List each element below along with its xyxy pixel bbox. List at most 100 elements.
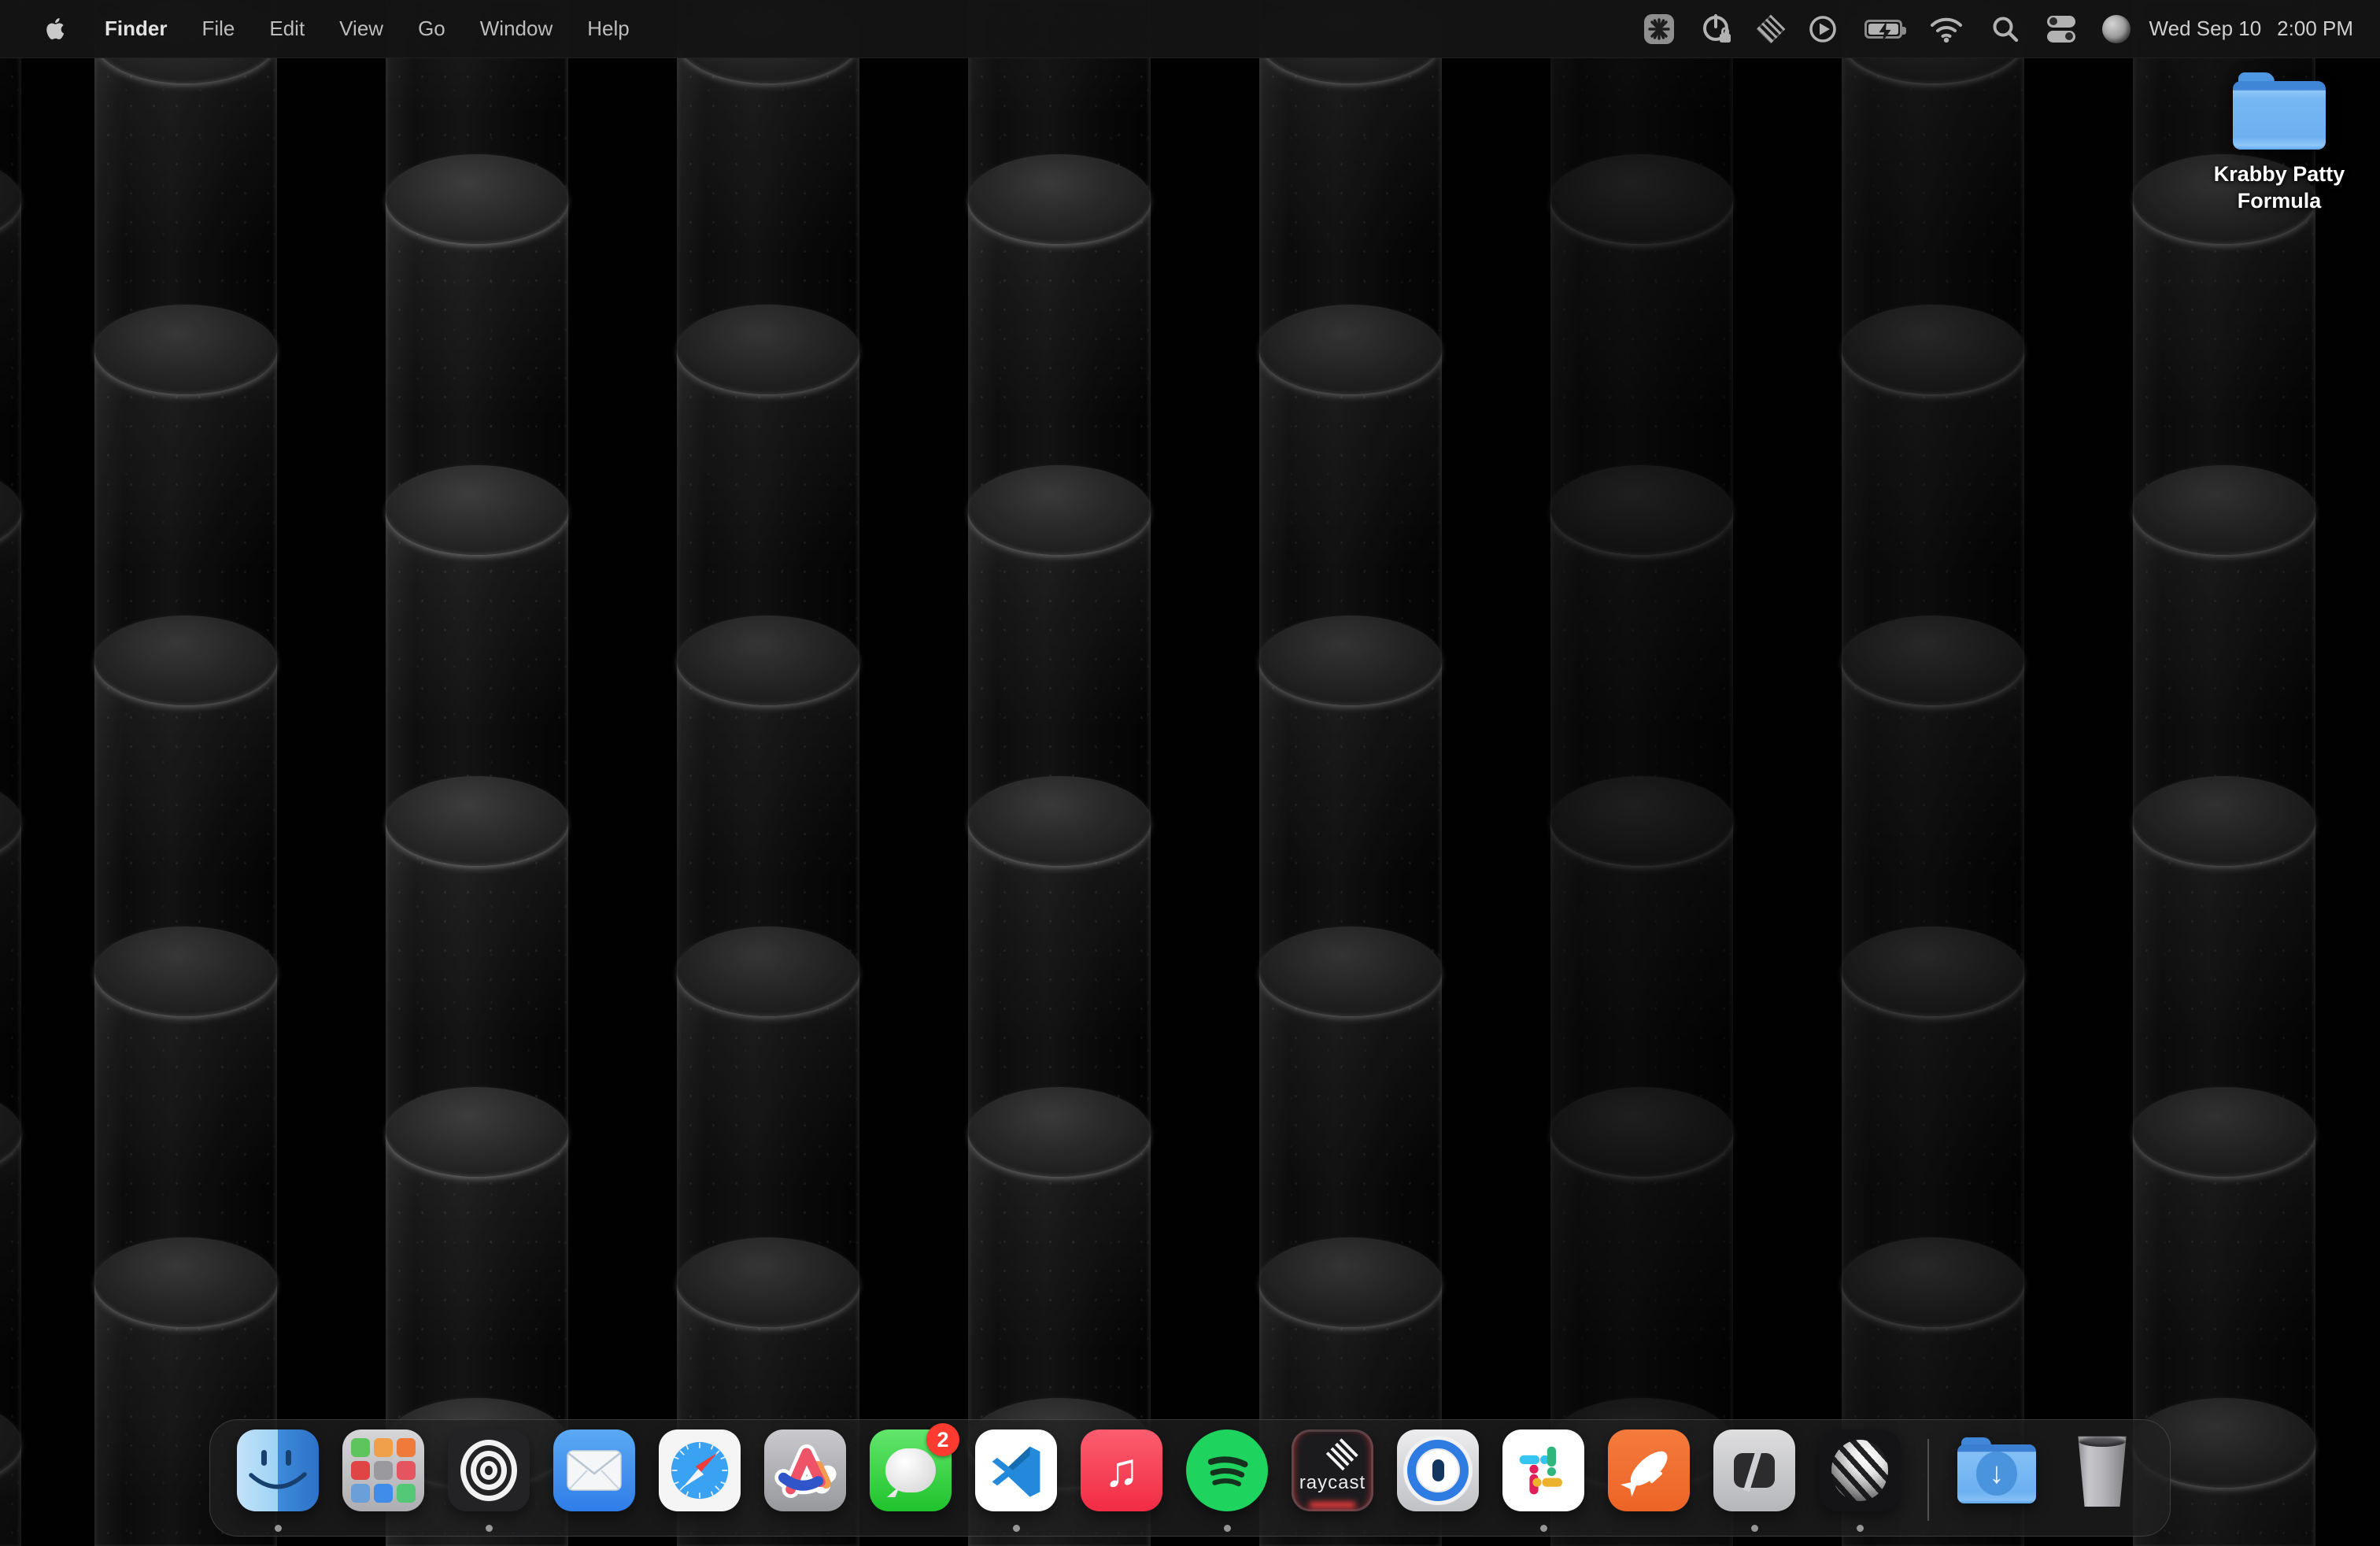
spotify-icon [1186, 1429, 1268, 1511]
messages-badge: 2 [926, 1423, 959, 1456]
chat-bubble-glyph [885, 1448, 936, 1492]
search-glyph [1990, 14, 2020, 44]
raycast-logo-glyph [1326, 1437, 1359, 1470]
folder-label: Krabby Patty Formula [2189, 161, 2370, 214]
wallpaper-cylinder-column [0, 0, 21, 1546]
wallpaper-cylinder-column [1842, 0, 2024, 1546]
running-indicator [1751, 1525, 1758, 1532]
menu-help[interactable]: Help [570, 17, 646, 41]
dock-item-spotify[interactable] [1186, 1429, 1268, 1533]
menu-window[interactable]: Window [463, 17, 570, 41]
download-arrow-glyph: ↓ [1976, 1452, 2017, 1496]
silver-d-app-icon [1713, 1429, 1795, 1511]
desktop-screen: Finder File Edit View Go Window Help [0, 0, 2380, 1546]
striped-ball-glyph [1831, 1440, 1888, 1501]
wallpaper-cylinder-column [386, 0, 568, 1546]
menu-edit[interactable]: Edit [252, 17, 322, 41]
finder-face [237, 1429, 319, 1511]
silver-d-glyph [1713, 1429, 1795, 1511]
dock-item-zeplin[interactable] [1608, 1429, 1690, 1533]
downloads-folder-icon: ↓ [1956, 1429, 2038, 1511]
clock-date: Wed Sep 10 [2149, 17, 2262, 41]
keyhole-ring-glyph [1407, 1440, 1469, 1501]
desktop-folder-krabby-patty-formula[interactable]: Krabby Patty Formula [2185, 72, 2374, 214]
mail-icon [553, 1429, 635, 1511]
striped-sphere-icon [1819, 1429, 1901, 1511]
screen-lock-icon[interactable] [1693, 0, 1742, 58]
battery-charging-icon[interactable] [1857, 0, 1910, 58]
running-indicator [1540, 1525, 1547, 1532]
dock-item-finder[interactable] [237, 1429, 319, 1533]
raycast-label: raycast [1299, 1472, 1366, 1494]
apple-music-icon: ♫ [1081, 1429, 1162, 1511]
trash-icon [2075, 1434, 2129, 1507]
zeplin-icon [1608, 1429, 1690, 1511]
safari-icon [659, 1429, 741, 1511]
spotlight-search-icon[interactable] [1983, 0, 2028, 58]
spotify-waves [1196, 1440, 1258, 1501]
screen-lock-glyph [1701, 13, 1734, 46]
menu-view[interactable]: View [322, 17, 401, 41]
zeppelin-glyph [1614, 1436, 1683, 1505]
wallpaper [0, 0, 2380, 1546]
envelope-glyph [567, 1450, 622, 1491]
siri-icon[interactable] [2094, 0, 2138, 58]
menu-bar-status-area: Wed Sep 10 2:00 PM [1636, 0, 2380, 58]
wallpaper-cylinder-column [2133, 0, 2315, 1546]
arc-browser-icon [764, 1429, 846, 1511]
burst-icon[interactable] [1636, 0, 1682, 58]
dock-item-silver-d-app[interactable] [1713, 1429, 1795, 1533]
dock-item-apple-music[interactable]: ♫ [1081, 1429, 1162, 1533]
concentric-rings-icon [448, 1429, 530, 1511]
dock-item-striped-sphere-app[interactable] [1819, 1429, 1901, 1533]
running-indicator [1857, 1525, 1864, 1532]
menu-bar-clock[interactable]: Wed Sep 10 2:00 PM [2149, 17, 2353, 41]
wallpaper-cylinder-column [677, 0, 859, 1546]
menu-file[interactable]: File [184, 17, 252, 41]
dock-item-arc-browser[interactable] [764, 1429, 846, 1533]
wallpaper-cylinder-column [94, 0, 277, 1546]
folder-icon [2233, 72, 2326, 150]
music-note-glyph: ♫ [1104, 1447, 1140, 1494]
wallpaper-cylinder-column [1259, 0, 1442, 1546]
dock-item-vscode[interactable] [975, 1429, 1057, 1533]
charging-bolt-glyph [1876, 21, 1894, 42]
raycast-glow [1309, 1502, 1356, 1508]
dock-item-safari[interactable] [659, 1429, 741, 1533]
wifi-glyph [1929, 16, 1964, 43]
dock-item-downloads[interactable]: ↓ [1956, 1429, 2038, 1533]
apple-logo-icon [46, 17, 67, 42]
burst-glyph [1648, 18, 1670, 40]
running-indicator [1013, 1525, 1020, 1532]
wifi-icon[interactable] [1921, 0, 1972, 58]
launchpad-icon [342, 1429, 424, 1511]
dock-item-mail[interactable] [553, 1429, 635, 1533]
apple-menu[interactable] [36, 17, 76, 42]
now-playing-glyph [1808, 14, 1838, 44]
dock-item-slack[interactable] [1502, 1429, 1584, 1533]
dock-item-concentric-rings-app[interactable] [448, 1429, 530, 1533]
dock-item-trash[interactable] [2061, 1429, 2143, 1533]
dock-item-1password[interactable] [1397, 1429, 1479, 1533]
clock-time: 2:00 PM [2277, 17, 2353, 41]
raycast-menu-icon[interactable] [1753, 0, 1789, 58]
raycast-icon: raycast [1292, 1429, 1373, 1511]
arc-letter-a [769, 1434, 841, 1507]
dock-item-raycast[interactable]: raycast [1292, 1429, 1373, 1533]
safari-compass [666, 1437, 734, 1504]
vscode-icon [975, 1429, 1057, 1511]
now-playing-icon[interactable] [1800, 0, 1846, 58]
dock-item-messages[interactable]: 2 [870, 1429, 952, 1533]
dock: 2 ♫ [209, 1419, 2171, 1537]
control-center-icon[interactable] [2039, 0, 2083, 58]
slack-hash [1512, 1439, 1575, 1502]
menu-app-name[interactable]: Finder [87, 17, 184, 41]
vscode-logo [985, 1439, 1048, 1502]
dock-divider [1927, 1439, 1929, 1521]
wallpaper-cylinder-column [968, 0, 1151, 1546]
running-indicator [1224, 1525, 1231, 1532]
dock-item-launchpad[interactable] [342, 1429, 424, 1533]
menu-go[interactable]: Go [401, 17, 463, 41]
running-indicator [275, 1525, 282, 1532]
menu-bar-left: Finder File Edit View Go Window Help [0, 17, 647, 42]
